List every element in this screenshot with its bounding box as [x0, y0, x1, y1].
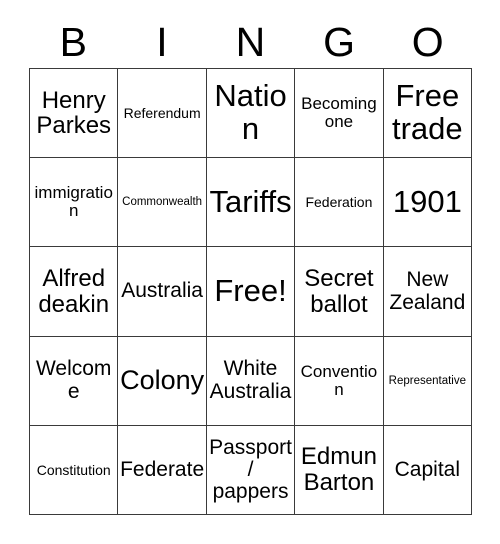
bingo-cell[interactable]: Referendum: [118, 69, 207, 159]
bingo-cell[interactable]: Australia: [118, 247, 207, 337]
bingo-cell[interactable]: Secret ballot: [295, 247, 384, 337]
bingo-cell-label: Australia: [121, 279, 203, 303]
bingo-cell-label: Capital: [394, 457, 461, 481]
bingo-row: Constitution Federate Passport/ pappers …: [30, 425, 473, 516]
bingo-row: Henry Parkes Referendum Nation Becoming …: [30, 69, 473, 159]
bingo-cell-label: Edmun Barton: [300, 443, 377, 496]
bingo-cell-label: Referendum: [123, 104, 201, 121]
bingo-grid: Henry Parkes Referendum Nation Becoming …: [29, 68, 473, 516]
bingo-row: Welcome Colony White Australia Conventio…: [30, 336, 473, 426]
bingo-cell-label: Representative: [388, 374, 466, 387]
bingo-cell[interactable]: Colony: [118, 336, 207, 426]
bingo-cell[interactable]: New Zealand: [383, 247, 473, 337]
bingo-cell[interactable]: Edmun Barton: [295, 425, 384, 516]
header-letter-o: O: [411, 18, 444, 65]
bingo-cell[interactable]: Commonwealth: [118, 158, 207, 248]
bingo-header: B I N G O: [29, 16, 472, 68]
bingo-cell-label: Becoming one: [301, 94, 377, 132]
bingo-cell-label: New Zealand: [389, 268, 466, 314]
bingo-cell[interactable]: Nation: [206, 69, 296, 159]
bingo-cell-free[interactable]: Free!: [206, 247, 296, 337]
bingo-row: immigration Commonwealth Tariffs Federat…: [30, 158, 473, 248]
bingo-cell[interactable]: Federation: [295, 158, 384, 248]
bingo-cell-label: Secret ballot: [304, 265, 374, 318]
bingo-cell[interactable]: Becoming one: [295, 69, 384, 159]
bingo-cell[interactable]: Convention: [295, 336, 384, 426]
bingo-row: Alfred deakin Australia Free! Secret bal…: [30, 247, 473, 337]
bingo-card: B I N G O Henry Parkes Referendum Nation…: [0, 0, 500, 544]
bingo-cell[interactable]: Passport/ pappers: [206, 425, 296, 516]
bingo-cell-label: Nation: [214, 78, 287, 147]
bingo-cell[interactable]: Free trade: [383, 69, 473, 159]
bingo-cell[interactable]: Tariffs: [206, 158, 296, 248]
bingo-cell[interactable]: Alfred deakin: [30, 247, 119, 337]
bingo-cell[interactable]: Henry Parkes: [30, 69, 119, 159]
bingo-cell[interactable]: Federate: [118, 425, 207, 516]
bingo-cell-label: Commonwealth: [122, 196, 203, 209]
bingo-cell-label: Federation: [305, 193, 373, 210]
bingo-cell[interactable]: White Australia: [206, 336, 296, 426]
bingo-cell[interactable]: Welcome: [30, 336, 119, 426]
bingo-cell[interactable]: Capital: [383, 425, 473, 516]
header-letter-n: N: [235, 18, 266, 65]
bingo-cell[interactable]: immigration: [30, 158, 119, 248]
bingo-cell-label: 1901: [392, 183, 462, 219]
bingo-cell-label: Constitution: [36, 461, 111, 478]
bingo-cell[interactable]: Representative: [383, 336, 473, 426]
bingo-cell[interactable]: 1901: [383, 158, 473, 248]
header-letter-g: G: [323, 18, 356, 65]
bingo-cell-label: Alfred deakin: [38, 265, 110, 318]
bingo-cell-label: Colony: [120, 365, 205, 396]
bingo-cell-label: Welcome: [35, 357, 112, 403]
bingo-cell[interactable]: Constitution: [30, 425, 119, 516]
header-letter-b: B: [59, 18, 87, 65]
bingo-cell-label: White Australia: [209, 357, 292, 403]
bingo-cell-label: Federate: [120, 457, 205, 481]
bingo-cell-label: Henry Parkes: [36, 86, 112, 140]
bingo-cell-label: Passport/ pappers: [209, 435, 292, 504]
bingo-cell-label: Free trade: [391, 78, 463, 147]
bingo-cell-label: Convention: [300, 361, 378, 399]
bingo-cell-label: immigration: [34, 183, 113, 221]
bingo-cell-label: Free!: [214, 273, 287, 309]
header-letter-i: I: [156, 18, 168, 65]
bingo-cell-label: Tariffs: [209, 183, 292, 219]
